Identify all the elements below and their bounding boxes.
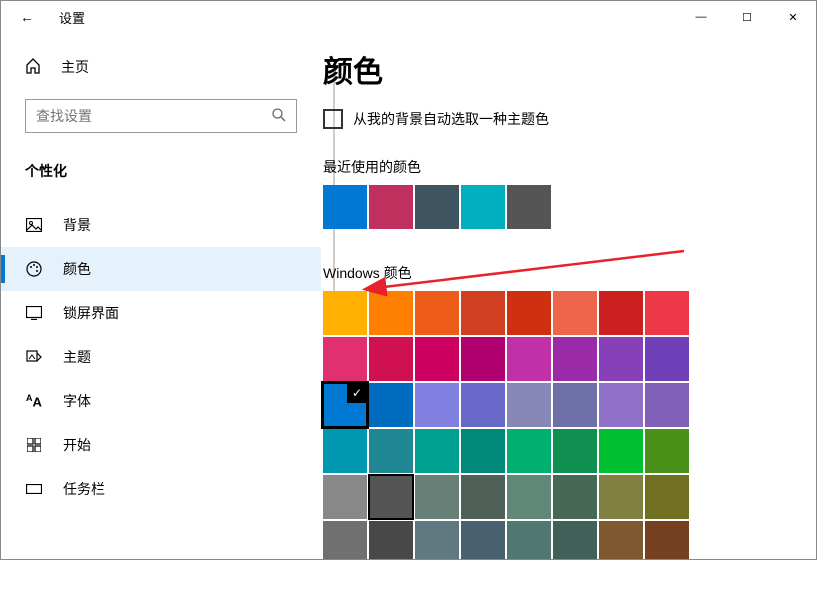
nav-icon <box>25 261 43 277</box>
color-swatch[interactable] <box>599 521 643 559</box>
sidebar-item-6[interactable]: 任务栏 <box>1 467 321 511</box>
color-swatch[interactable] <box>369 337 413 381</box>
search-icon <box>271 107 287 126</box>
color-swatch[interactable] <box>599 429 643 473</box>
sidebar-item-1[interactable]: 颜色 <box>1 247 321 291</box>
color-swatch[interactable] <box>599 383 643 427</box>
color-swatch[interactable] <box>415 337 459 381</box>
color-swatch[interactable] <box>599 337 643 381</box>
color-swatch[interactable] <box>553 429 597 473</box>
color-swatch[interactable] <box>369 383 413 427</box>
recent-color-swatch[interactable] <box>507 185 551 229</box>
color-swatch[interactable] <box>461 429 505 473</box>
color-swatch[interactable] <box>507 521 551 559</box>
color-swatch[interactable] <box>507 429 551 473</box>
checkbox-icon <box>323 109 343 129</box>
color-swatch[interactable] <box>415 475 459 519</box>
group-title: 个性化 <box>1 147 321 203</box>
nav-label: 主题 <box>63 347 91 367</box>
color-swatch[interactable] <box>323 521 367 559</box>
color-swatch[interactable] <box>599 475 643 519</box>
recent-color-swatch[interactable] <box>369 185 413 229</box>
color-swatch[interactable] <box>323 429 367 473</box>
recent-colors <box>323 185 816 229</box>
back-button[interactable]: ← <box>15 9 39 25</box>
color-swatch[interactable] <box>369 291 413 335</box>
color-swatch[interactable] <box>461 475 505 519</box>
color-swatch[interactable] <box>369 521 413 559</box>
nav-icon <box>25 218 43 232</box>
nav-label: 字体 <box>63 391 91 411</box>
nav-icon <box>25 484 43 494</box>
color-swatch[interactable] <box>507 337 551 381</box>
color-swatch[interactable] <box>461 337 505 381</box>
color-swatch[interactable] <box>323 475 367 519</box>
nav-label: 开始 <box>63 435 91 455</box>
sidebar: 主页 个性化 背景颜色锁屏界面主题 AA 字体开始任务栏 <box>1 33 321 559</box>
nav-label: 锁屏界面 <box>63 303 119 323</box>
color-swatch[interactable] <box>461 521 505 559</box>
recent-color-swatch[interactable] <box>415 185 459 229</box>
color-swatch[interactable] <box>645 429 689 473</box>
nav-label: 颜色 <box>63 259 91 279</box>
color-swatch[interactable] <box>461 383 505 427</box>
windows-colors-grid: ✓ <box>323 291 816 559</box>
nav-label: 背景 <box>63 215 91 235</box>
color-swatch[interactable] <box>323 337 367 381</box>
color-swatch[interactable] <box>645 383 689 427</box>
color-swatch[interactable] <box>369 429 413 473</box>
sidebar-item-0[interactable]: 背景 <box>1 203 321 247</box>
window-controls: — ☐ ✕ <box>678 1 816 33</box>
auto-pick-checkbox-row[interactable]: 从我的背景自动选取一种主题色 <box>323 109 816 129</box>
home-icon <box>25 58 43 77</box>
color-swatch[interactable]: ✓ <box>323 383 367 427</box>
check-icon: ✓ <box>347 383 367 403</box>
nav-icon: AA <box>25 393 43 409</box>
color-swatch[interactable] <box>461 291 505 335</box>
window-title: 设置 <box>59 8 85 27</box>
color-swatch[interactable] <box>553 475 597 519</box>
home-link[interactable]: 主页 <box>1 47 321 87</box>
windows-colors-label: Windows 颜色 <box>323 263 816 283</box>
color-swatch[interactable] <box>553 521 597 559</box>
search-input[interactable] <box>25 99 297 133</box>
color-swatch[interactable] <box>507 475 551 519</box>
color-swatch[interactable] <box>507 383 551 427</box>
title-bar: ← 设置 — ☐ ✕ <box>1 1 816 33</box>
color-swatch[interactable] <box>323 291 367 335</box>
auto-pick-label: 从我的背景自动选取一种主题色 <box>353 109 549 129</box>
color-swatch[interactable] <box>645 291 689 335</box>
sidebar-item-2[interactable]: 锁屏界面 <box>1 291 321 335</box>
nav-icon <box>25 306 43 320</box>
color-swatch[interactable] <box>415 521 459 559</box>
maximize-button[interactable]: ☐ <box>724 1 770 33</box>
nav-icon <box>25 349 43 365</box>
recent-color-swatch[interactable] <box>323 185 367 229</box>
color-swatch[interactable] <box>553 383 597 427</box>
color-swatch[interactable] <box>415 383 459 427</box>
color-swatch[interactable] <box>599 291 643 335</box>
nav-label: 任务栏 <box>63 479 105 499</box>
sidebar-item-4[interactable]: AA 字体 <box>1 379 321 423</box>
color-swatch[interactable] <box>415 291 459 335</box>
content-area: 颜色 从我的背景自动选取一种主题色 最近使用的颜色 Windows 颜色 ✓ <box>321 33 816 559</box>
nav-icon <box>25 438 43 452</box>
color-swatch[interactable] <box>553 291 597 335</box>
color-swatch[interactable] <box>645 475 689 519</box>
color-swatch[interactable] <box>507 291 551 335</box>
color-swatch[interactable] <box>645 521 689 559</box>
minimize-button[interactable]: — <box>678 1 724 33</box>
sidebar-item-3[interactable]: 主题 <box>1 335 321 379</box>
home-label: 主页 <box>61 57 89 77</box>
close-button[interactable]: ✕ <box>770 1 816 33</box>
sidebar-item-5[interactable]: 开始 <box>1 423 321 467</box>
color-swatch[interactable] <box>645 337 689 381</box>
recent-colors-label: 最近使用的颜色 <box>323 157 816 177</box>
page-title: 颜色 <box>323 47 816 91</box>
search-wrap <box>25 99 297 133</box>
color-swatch[interactable] <box>415 429 459 473</box>
color-swatch[interactable] <box>369 475 413 519</box>
color-swatch[interactable] <box>553 337 597 381</box>
recent-color-swatch[interactable] <box>461 185 505 229</box>
